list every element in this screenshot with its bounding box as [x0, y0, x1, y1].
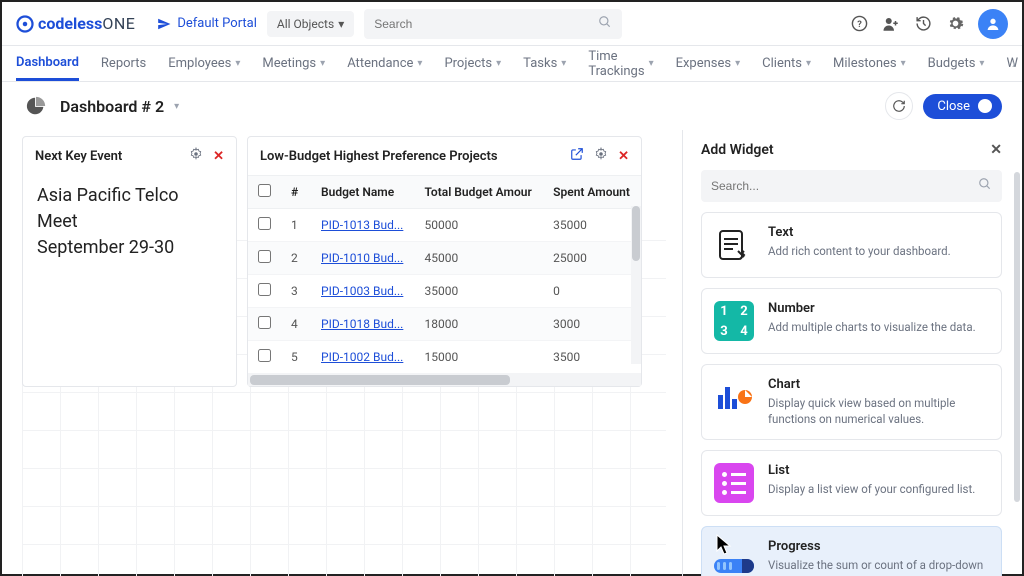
- key-event-body: Asia Pacific Telco Meet September 29-30: [23, 175, 236, 279]
- user-avatar[interactable]: [978, 9, 1008, 39]
- widget-header: Next Key Event ✕: [23, 137, 236, 175]
- refresh-button[interactable]: [885, 92, 913, 120]
- dashboard-canvas: Next Key Event ✕ Asia Pacific Telco Meet…: [2, 130, 682, 576]
- number-widget-icon: 1234: [714, 301, 754, 341]
- tab-attendance[interactable]: Attendance▾: [347, 48, 422, 79]
- toggle-icon: [978, 99, 992, 113]
- list-widget-icon: [714, 463, 754, 503]
- tab-dashboard[interactable]: Dashboard: [16, 47, 79, 81]
- widget-search-input[interactable]: [711, 179, 978, 193]
- close-icon[interactable]: ✕: [618, 149, 629, 164]
- close-icon[interactable]: ✕: [213, 149, 224, 164]
- close-icon[interactable]: ✕: [990, 142, 1002, 158]
- panel-header: Add Widget ✕: [701, 142, 1016, 158]
- app-logo: codelessONE: [16, 14, 135, 33]
- nav-scroll-right[interactable]: ›: [1012, 56, 1016, 72]
- tab-employees[interactable]: Employees▾: [168, 48, 240, 79]
- object-selector[interactable]: All Objects ▾: [267, 11, 354, 37]
- horizontal-scrollbar[interactable]: [248, 374, 641, 386]
- table-row[interactable]: 1PID-1013 Bud...5000035000: [248, 209, 641, 242]
- search-input[interactable]: [374, 17, 598, 31]
- page-title: Dashboard # 2: [60, 97, 164, 116]
- widget-option-chart[interactable]: ChartDisplay quick view based on multipl…: [701, 364, 1002, 440]
- gear-icon[interactable]: [189, 147, 203, 165]
- brand-rest: ONE: [102, 14, 135, 33]
- gear-icon[interactable]: [946, 15, 964, 33]
- budget-table: # Budget Name Total Budget Amour Spent A…: [248, 175, 641, 374]
- tab-expenses[interactable]: Expenses▾: [676, 48, 741, 79]
- tab-budgets[interactable]: Budgets▾: [928, 48, 985, 79]
- tab-clients[interactable]: Clients▾: [762, 48, 811, 79]
- app-header: codelessONE Default Portal All Objects ▾…: [2, 2, 1022, 46]
- page-dropdown[interactable]: ▾: [174, 101, 179, 112]
- close-button[interactable]: Close: [923, 94, 1002, 119]
- global-search[interactable]: [364, 9, 622, 39]
- caret-down-icon: ▾: [649, 58, 654, 69]
- widget-budget-table: Low-Budget Highest Preference Projects ✕…: [247, 136, 642, 387]
- caret-down-icon: ▾: [320, 58, 325, 69]
- tab-meetings[interactable]: Meetings▾: [262, 48, 325, 79]
- paper-plane-icon: [157, 17, 171, 31]
- text-widget-icon: [714, 225, 754, 265]
- vertical-scrollbar[interactable]: [631, 206, 641, 364]
- logo-icon: [16, 15, 34, 33]
- widget-list: TextAdd rich content to your dashboard. 1…: [701, 212, 1016, 576]
- tab-milestones[interactable]: Milestones▾: [833, 48, 906, 79]
- search-icon: [978, 177, 992, 195]
- budget-link[interactable]: PID-1010 Bud...: [321, 251, 403, 265]
- progress-widget-icon: [714, 539, 754, 576]
- row-checkbox[interactable]: [258, 217, 271, 230]
- caret-down-icon: ▾: [417, 58, 422, 69]
- search-icon: [598, 15, 612, 33]
- row-checkbox[interactable]: [258, 316, 271, 329]
- row-checkbox[interactable]: [258, 250, 271, 263]
- widget-header: Low-Budget Highest Preference Projects ✕: [248, 137, 641, 175]
- caret-down-icon: ▾: [806, 58, 811, 69]
- gear-icon[interactable]: [594, 147, 608, 165]
- caret-down-icon: ▾: [235, 58, 240, 69]
- table-row[interactable]: 4PID-1018 Bud...180003000: [248, 308, 641, 341]
- history-icon[interactable]: [914, 15, 932, 33]
- chart-widget-icon: [714, 377, 754, 417]
- table-row[interactable]: 2PID-1010 Bud...4500025000: [248, 242, 641, 275]
- svg-text:?: ?: [857, 19, 862, 30]
- widget-option-number[interactable]: 1234NumberAdd multiple charts to visuali…: [701, 288, 1002, 354]
- main-nav: Dashboard Reports Employees▾ Meetings▾ Atten…: [2, 46, 1022, 82]
- widget-option-text[interactable]: TextAdd rich content to your dashboard.: [701, 212, 1002, 278]
- select-all-checkbox[interactable]: [258, 184, 271, 197]
- caret-down-icon: ▾: [496, 58, 501, 69]
- row-checkbox[interactable]: [258, 349, 271, 362]
- open-external-icon[interactable]: [570, 147, 584, 165]
- help-icon[interactable]: ?: [850, 15, 868, 33]
- budget-link[interactable]: PID-1013 Bud...: [321, 218, 403, 232]
- tab-tasks[interactable]: Tasks▾: [523, 48, 566, 79]
- caret-down-icon: ▾: [901, 58, 906, 69]
- widget-key-event: Next Key Event ✕ Asia Pacific Telco Meet…: [22, 136, 237, 387]
- main-area: Next Key Event ✕ Asia Pacific Telco Meet…: [2, 130, 1022, 576]
- table-row[interactable]: 5PID-1002 Bud...150003500: [248, 341, 641, 374]
- tab-reports[interactable]: Reports: [101, 48, 146, 79]
- budget-link[interactable]: PID-1002 Bud...: [321, 350, 403, 364]
- tab-projects[interactable]: Projects▾: [444, 48, 501, 79]
- page-bar: Dashboard # 2 ▾ Close: [2, 82, 1022, 130]
- widget-option-list[interactable]: ListDisplay a list view of your configur…: [701, 450, 1002, 516]
- pie-chart-icon: [22, 92, 50, 120]
- caret-down-icon: ▾: [979, 58, 984, 69]
- add-widget-panel: Add Widget ✕ TextAdd rich content to you…: [682, 130, 1022, 576]
- budget-link[interactable]: PID-1003 Bud...: [321, 284, 403, 298]
- portal-link[interactable]: Default Portal: [157, 16, 257, 31]
- caret-down-icon: ▾: [561, 58, 566, 69]
- caret-down-icon: ▾: [735, 58, 740, 69]
- budget-link[interactable]: PID-1018 Bud...: [321, 317, 403, 331]
- add-user-icon[interactable]: [882, 15, 900, 33]
- tab-time-trackings[interactable]: Time Trackings▾: [588, 41, 653, 87]
- row-checkbox[interactable]: [258, 283, 271, 296]
- caret-down-icon: ▾: [338, 17, 344, 31]
- header-actions: ?: [850, 9, 1008, 39]
- widget-search[interactable]: [701, 170, 1002, 202]
- panel-scrollbar[interactable]: [1014, 172, 1020, 502]
- table-row[interactable]: 3PID-1003 Bud...350000: [248, 275, 641, 308]
- widget-option-progress[interactable]: ProgressVisualize the sum or count of a …: [701, 526, 1002, 576]
- brand-bold: codeless: [38, 14, 102, 33]
